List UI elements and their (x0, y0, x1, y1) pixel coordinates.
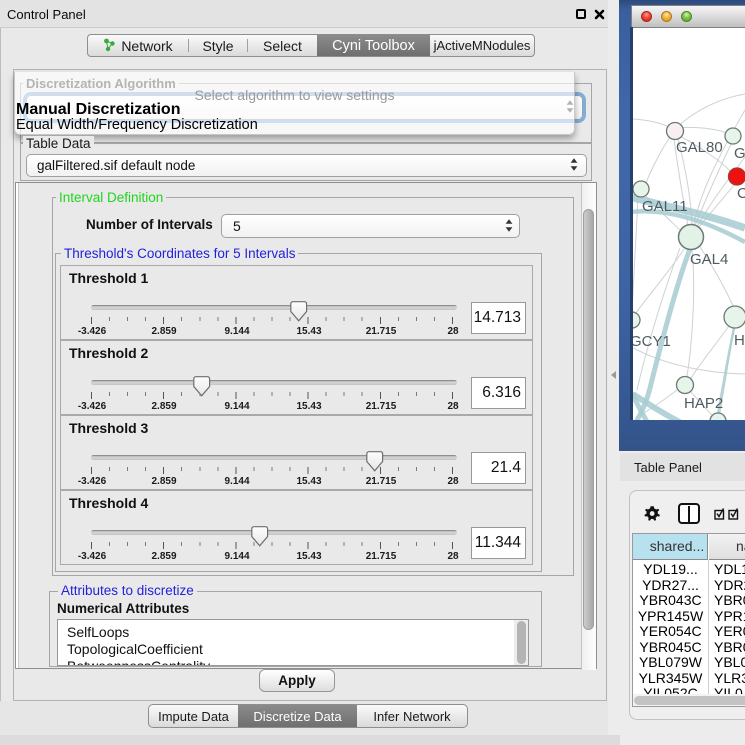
svg-text:GAL11: GAL11 (642, 198, 688, 215)
svg-text:H: H (734, 332, 745, 349)
svg-text:GA: GA (734, 145, 745, 162)
svg-text:GCY1: GCY1 (633, 333, 671, 350)
svg-text:GAL4: GAL4 (690, 251, 728, 268)
svg-text:C: C (737, 185, 745, 202)
svg-text:HAP2: HAP2 (684, 395, 723, 412)
svg-text:GAL80: GAL80 (676, 139, 723, 156)
